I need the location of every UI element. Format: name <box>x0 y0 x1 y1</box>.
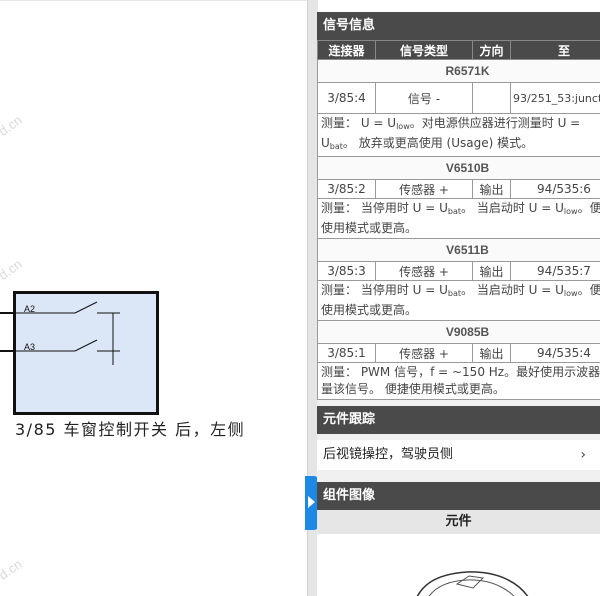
destination-link[interactable]: 94/535:7 <box>510 261 600 281</box>
direction-cell: 输出 <box>472 343 511 363</box>
measurement-note: 测量： U = Ulow。对电源供应器进行测量时 U = Ubat。 放弃或更高… <box>317 113 600 157</box>
column-header-to: 至 <box>510 40 600 60</box>
measurement-note: 测量： 当停用时 U = Ubat。 当启动时 U = Ulow。便捷使用模式或… <box>317 198 600 239</box>
table-row[interactable]: 3/85:4 信号 - 93/251_53:junction <box>317 82 600 114</box>
direction-cell: 输出 <box>472 261 511 281</box>
pin-label-a3: A3 <box>24 342 36 352</box>
table-row[interactable]: 3/85:3 传感器 + 输出 94/535:7 <box>317 261 600 281</box>
chevron-right-icon: › <box>580 447 586 463</box>
signal-info-header[interactable]: 信号信息 <box>317 12 600 40</box>
connector-cell: 3/85:1 <box>317 343 376 363</box>
column-header-connector: 连接器 <box>317 40 376 60</box>
component-image-header[interactable]: 组件图像 <box>317 482 600 510</box>
tracking-item-mirror-control[interactable]: 后视镜操控，驾驶员侧 › <box>317 440 600 470</box>
tracking-item-label: 后视镜操控，驾驶员侧 <box>323 447 454 462</box>
direction-cell <box>472 82 511 114</box>
measurement-note: 测量： 当停用时 U = Ubat。 当启动时 U = Ulow。便捷使用模式或… <box>317 280 600 321</box>
component-image[interactable] <box>317 534 600 596</box>
table-row[interactable]: 3/85:2 传感器 + 输出 94/535:6 <box>317 179 600 199</box>
signal-table: 连接器 信号类型 方向 至 R6571K 3/85:4 信号 - 93/251_… <box>317 40 600 400</box>
component-tracking-header[interactable]: 元件跟踪 <box>317 406 600 434</box>
collapse-arrow-icon <box>308 496 315 508</box>
component-name-v6511b[interactable]: V6511B <box>317 238 600 262</box>
destination-link[interactable]: 93/251_53:junction <box>510 82 600 114</box>
signal-type-cell: 传感器 + <box>375 261 473 281</box>
connector-cell: 3/85:3 <box>317 261 376 281</box>
component-name-v9085b[interactable]: V9085B <box>317 320 600 344</box>
signal-type-cell: 传感器 + <box>375 179 473 199</box>
wiring-diagram-canvas[interactable]: d.cn d.cn d.cn A2 A3 3/85 车窗控制开关 后，左侧 <box>0 0 307 596</box>
component-image-subtitle: 元件 <box>317 510 600 534</box>
canvas-top-border <box>0 0 307 1</box>
info-panel: 信号信息 连接器 信号类型 方向 至 R6571K 3/85:4 信号 - 93… <box>317 12 600 596</box>
pin-label-a2: A2 <box>24 304 36 314</box>
destination-link[interactable]: 94/535:6 <box>510 179 600 199</box>
watermark: d.cn <box>0 256 25 283</box>
watermark: d.cn <box>0 112 25 139</box>
section-gap <box>317 470 600 482</box>
connector-cell: 3/85:4 <box>317 82 376 114</box>
direction-cell: 输出 <box>472 179 511 199</box>
connector-cell: 3/85:2 <box>317 179 376 199</box>
signal-type-cell: 传感器 + <box>375 343 473 363</box>
column-header-signal-type: 信号类型 <box>375 40 473 60</box>
watermark: d.cn <box>0 556 25 583</box>
component-name-r6571k[interactable]: R6571K <box>317 59 600 83</box>
column-header-direction: 方向 <box>472 40 511 60</box>
table-row[interactable]: 3/85:1 传感器 + 输出 94/535:4 <box>317 343 600 363</box>
component-name-v6510b[interactable]: V6510B <box>317 156 600 180</box>
component-caption[interactable]: 3/85 车窗控制开关 后，左侧 <box>15 416 245 440</box>
measurement-note: 测量： PWM 信号，f = ~150 Hz。最好使用示波器测量该信号。 便捷使… <box>317 362 600 400</box>
switch-part-illustration <box>416 571 529 596</box>
signal-type-cell: 信号 - <box>375 82 473 114</box>
destination-link[interactable]: 94/535:4 <box>510 343 600 363</box>
table-header-row: 连接器 信号类型 方向 至 <box>317 40 600 60</box>
